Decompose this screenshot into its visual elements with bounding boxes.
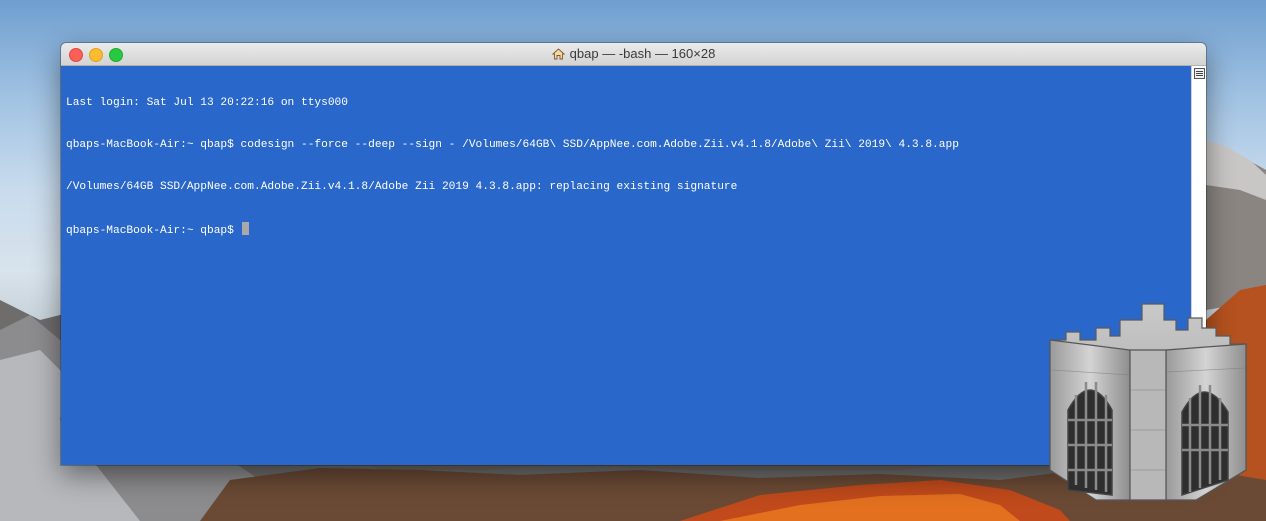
title-bar[interactable]: qbap — -bash — 160×28 <box>61 43 1206 66</box>
terminal-output[interactable]: Last login: Sat Jul 13 20:22:16 on ttys0… <box>61 66 1192 465</box>
scroll-menu-icon[interactable] <box>1194 68 1205 79</box>
terminal-line: qbaps-MacBook-Air:~ qbap$ codesign --for… <box>66 139 959 151</box>
terminal-window[interactable]: qbap — -bash — 160×28 Last login: Sat Ju… <box>61 43 1206 465</box>
text-cursor <box>241 222 249 235</box>
home-icon <box>551 48 565 60</box>
terminal-line: Last login: Sat Jul 13 20:22:16 on ttys0… <box>66 97 348 109</box>
terminal-prompt: qbaps-MacBook-Air:~ qbap$ <box>66 225 241 237</box>
gatekeeper-castle-icon <box>1049 303 1247 501</box>
terminal-line: /Volumes/64GB SSD/AppNee.com.Adobe.Zii.v… <box>66 181 738 193</box>
window-title: qbap — -bash — 160×28 <box>569 46 716 61</box>
window-title-area: qbap — -bash — 160×28 <box>61 46 1206 62</box>
terminal-prompt-line[interactable]: qbaps-MacBook-Air:~ qbap$ <box>66 222 1187 237</box>
